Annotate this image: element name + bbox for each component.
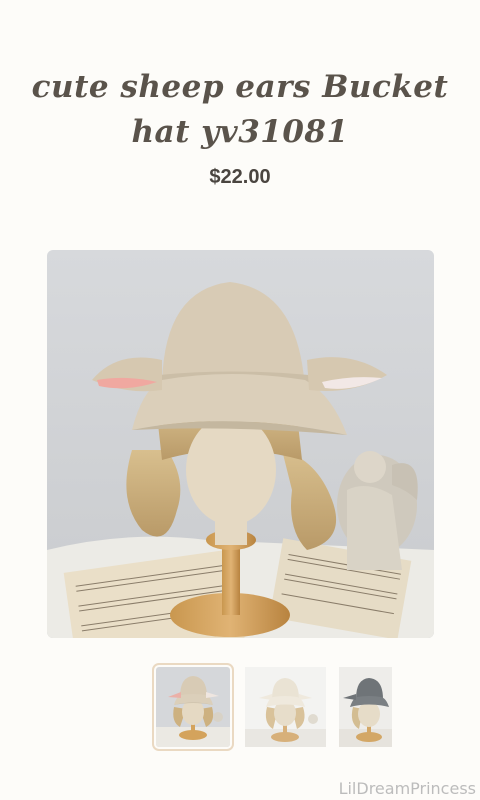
store-watermark: LilDreamPrincess <box>338 779 476 798</box>
product-title-line-2: hat yv31081 <box>131 113 349 150</box>
product-title-line-1: cute sheep ears Bucket <box>31 68 449 105</box>
thumbnail-2[interactable] <box>245 667 326 747</box>
thumbnail-1[interactable] <box>152 663 234 751</box>
product-title: cute sheep ears Bucket hat yv31081 <box>0 65 480 155</box>
sheep-ears-bucket-hat-photo <box>47 250 434 638</box>
main-product-image[interactable] <box>47 250 434 638</box>
thumbnail-3[interactable] <box>339 667 392 747</box>
product-price: $22.00 <box>209 166 271 188</box>
